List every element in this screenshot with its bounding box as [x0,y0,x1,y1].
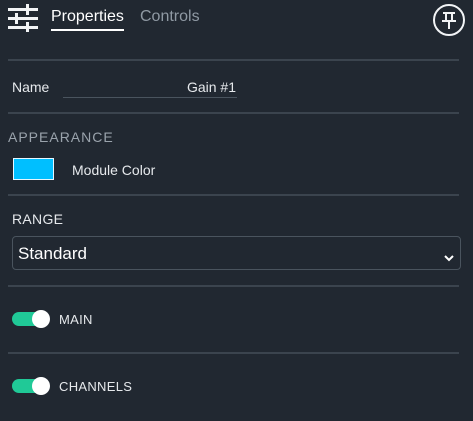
range-select[interactable]: Standard [12,236,461,270]
appearance-heading: APPEARANCE [8,129,114,145]
pin-icon [441,11,457,29]
tab-properties[interactable]: Properties [51,8,124,26]
toggle-knob [32,310,50,328]
divider [8,285,459,287]
channels-toggle[interactable] [12,377,50,395]
divider [8,194,459,196]
pin-button[interactable] [433,4,465,36]
chevron-down-icon [444,249,454,262]
name-label: Name [12,79,50,95]
properties-header: Properties Controls [0,0,473,44]
toggle-knob [32,377,50,395]
module-color-swatch[interactable] [13,158,54,180]
module-color-label: Module Color [72,162,156,178]
channels-toggle-label: CHANNELS [59,379,133,394]
sliders-icon[interactable] [8,4,38,32]
name-field[interactable] [63,76,237,98]
divider [8,112,459,114]
divider [8,59,459,61]
tab-active-indicator [51,29,124,31]
range-selected-value: Standard [18,244,87,263]
range-label: RANGE [12,211,64,227]
main-toggle-label: MAIN [59,312,93,327]
main-toggle[interactable] [12,310,50,328]
divider [8,352,459,354]
tab-controls[interactable]: Controls [140,8,200,26]
